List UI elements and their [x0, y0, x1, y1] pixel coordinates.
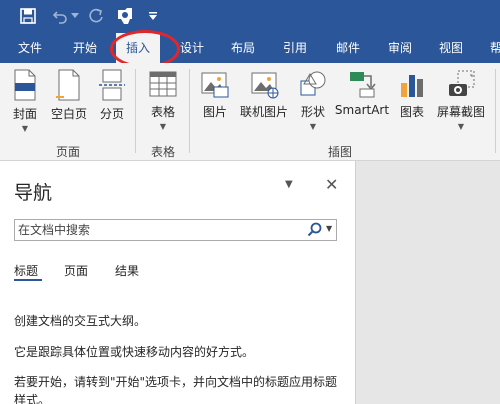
- group-divider: [135, 69, 136, 153]
- illustrations-group-label: 插图: [328, 145, 353, 159]
- online-picture-label: 联机图片: [239, 105, 288, 119]
- search-input[interactable]: [15, 220, 300, 240]
- online-picture-button[interactable]: 联机图片: [236, 69, 292, 135]
- chevron-down-icon: ▼: [309, 122, 317, 131]
- active-tab-indicator: [14, 279, 42, 281]
- tab-references[interactable]: 引用: [283, 33, 307, 63]
- tab-review[interactable]: 审阅: [388, 33, 412, 63]
- tab-home[interactable]: 开始: [73, 33, 97, 63]
- pane-options-icon[interactable]: ▼: [285, 179, 293, 190]
- screenshot-label: 屏幕截图: [436, 105, 485, 119]
- chart-button[interactable]: 图表: [396, 69, 428, 135]
- tab-mailings[interactable]: 邮件: [336, 33, 360, 63]
- nav-hint-text: 创建文档的交互式大纲。: [14, 314, 147, 328]
- chevron-down-icon[interactable]: ▼: [326, 224, 332, 233]
- touch-mode-icon[interactable]: [114, 6, 136, 26]
- nav-hint-text: 若要开始，请转到"开始"选项卡，并向文档中的标题应用标题样式。: [14, 375, 338, 404]
- picture-button[interactable]: 图片: [199, 69, 231, 135]
- smartart-icon: [350, 72, 376, 98]
- table-label: 表格: [150, 105, 175, 119]
- tab-layout[interactable]: 布局: [231, 33, 255, 63]
- chevron-down-icon: ▼: [457, 122, 465, 131]
- chart-icon: [401, 75, 423, 97]
- page-break-icon: [99, 69, 125, 101]
- nav-search-box: ▼: [14, 219, 337, 241]
- picture-label: 图片: [202, 105, 227, 119]
- chevron-down-icon: ▼: [21, 124, 29, 133]
- blank-page-label: 空白页: [50, 107, 87, 121]
- blank-page-icon: [56, 69, 80, 101]
- redo-icon[interactable]: [86, 6, 106, 26]
- quick-access-toolbar: [0, 0, 500, 33]
- undo-dropdown-icon[interactable]: [70, 6, 80, 26]
- blank-page-button[interactable]: 空白页: [46, 69, 92, 135]
- group-divider: [189, 69, 190, 153]
- navigation-pane: 导航 ▼ ✕ ▼ 标题 页面 结果 创建文档的交互式大纲。 它是跟踪具体位置或快…: [0, 161, 356, 404]
- online-picture-icon: [251, 72, 279, 99]
- tables-group-label: 表格: [151, 145, 176, 159]
- smartart-button[interactable]: SmartArt: [334, 69, 390, 135]
- chart-label: 图表: [399, 105, 424, 119]
- save-icon[interactable]: [18, 6, 38, 26]
- tab-view[interactable]: 视图: [439, 33, 463, 63]
- tab-file[interactable]: 文件: [18, 33, 42, 63]
- smartart-label: SmartArt: [334, 103, 390, 117]
- tab-help[interactable]: 帮: [490, 33, 500, 63]
- page-break-button[interactable]: 分页: [96, 69, 128, 135]
- nav-hint-text: 它是跟踪具体位置或快速移动内容的好方式。: [14, 345, 255, 359]
- customize-toolbar-icon[interactable]: [148, 6, 158, 26]
- nav-pane-title: 导航: [14, 182, 53, 204]
- shapes-button[interactable]: 形状 ▼: [296, 69, 330, 135]
- chevron-down-icon: ▼: [159, 122, 167, 131]
- tab-pages[interactable]: 页面: [64, 262, 88, 279]
- table-button[interactable]: 表格 ▼: [146, 69, 180, 135]
- tab-headings[interactable]: 标题: [14, 262, 38, 279]
- screenshot-button[interactable]: 屏幕截图 ▼: [433, 69, 489, 135]
- pages-group-label: 页面: [56, 145, 81, 159]
- page-break-label: 分页: [99, 107, 124, 121]
- search-icon[interactable]: [307, 222, 323, 241]
- picture-icon: [201, 72, 229, 98]
- tab-design[interactable]: 设计: [180, 33, 204, 63]
- close-icon[interactable]: ✕: [325, 175, 338, 194]
- shapes-icon: [300, 71, 326, 96]
- tab-results[interactable]: 结果: [115, 262, 139, 279]
- undo-icon[interactable]: [50, 6, 70, 26]
- cover-page-label: 封面: [12, 107, 37, 121]
- document-area: [357, 161, 500, 404]
- ribbon-tab-bar: 文件 开始 插入 设计 布局 引用 邮件 审阅 视图 帮: [0, 33, 500, 63]
- group-divider: [495, 69, 496, 153]
- ribbon-panel: 封面 ▼ 空白页 分页 页面 表格 ▼ 表格 图片 联机图片 形状 ▼ Smar…: [0, 63, 500, 161]
- screenshot-icon: [449, 70, 475, 96]
- cover-page-icon: [14, 69, 36, 101]
- shapes-label: 形状: [300, 105, 325, 119]
- cover-page-button[interactable]: 封面 ▼: [8, 69, 42, 135]
- table-icon: [149, 71, 177, 97]
